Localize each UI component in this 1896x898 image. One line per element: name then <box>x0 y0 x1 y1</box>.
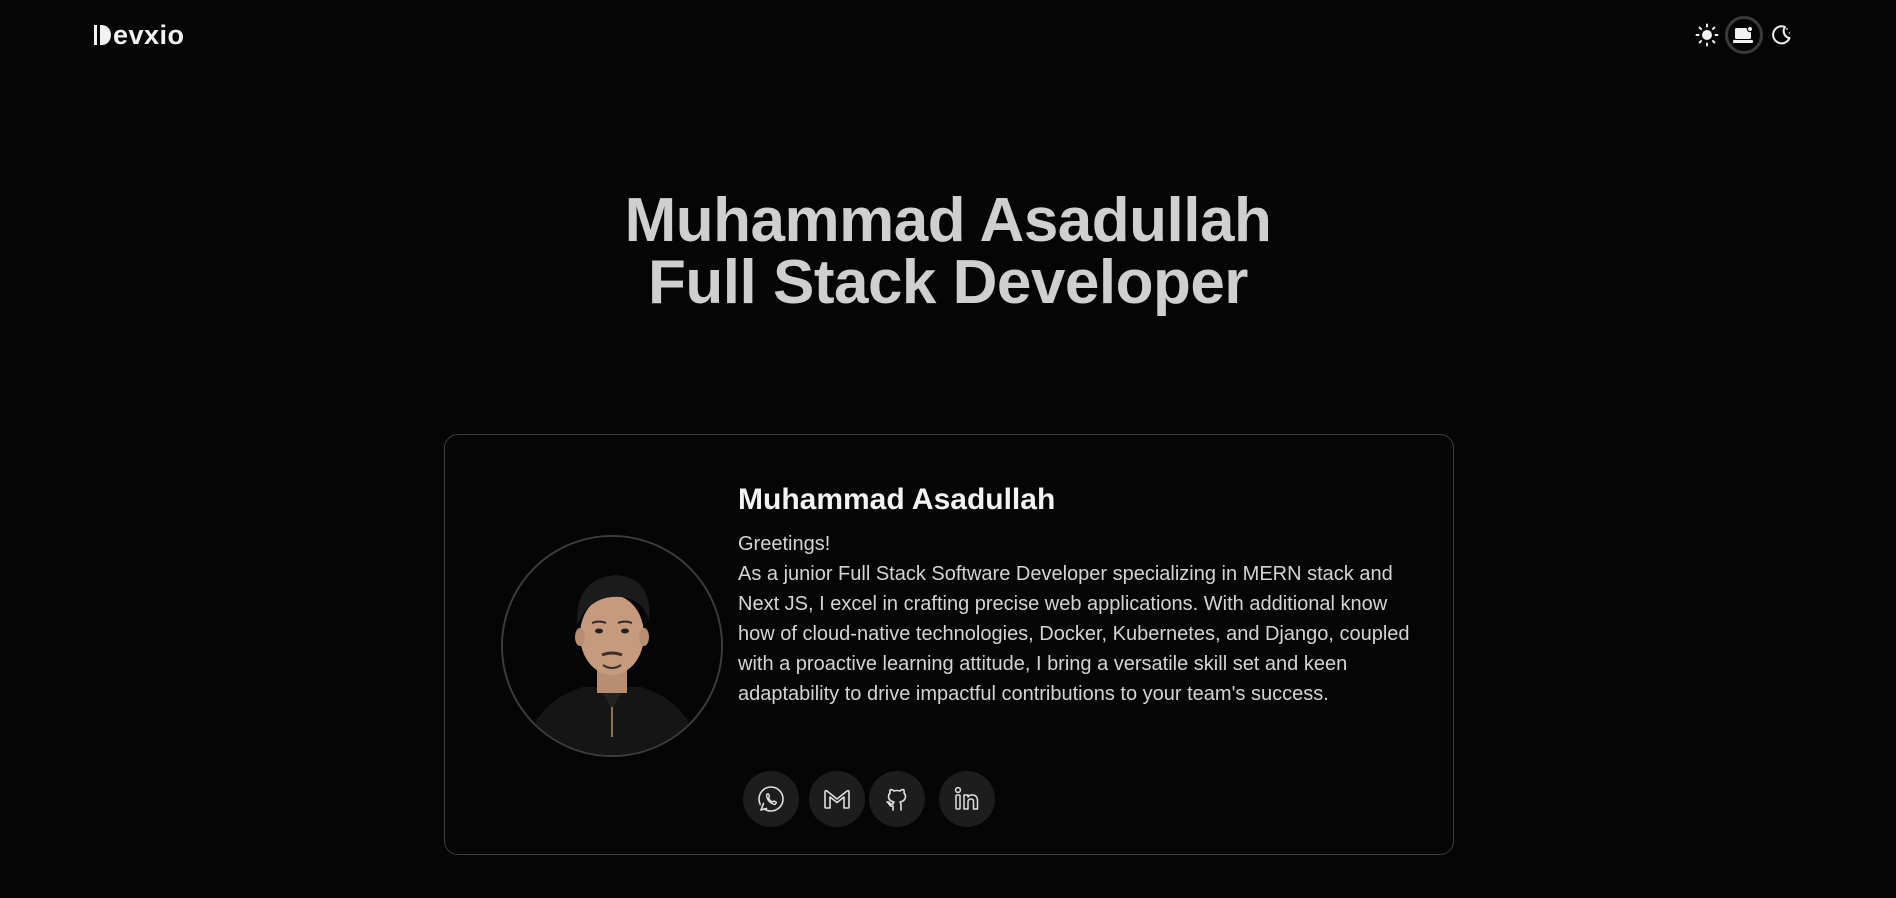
gmail-icon <box>824 789 850 809</box>
github-icon <box>886 788 907 811</box>
linkedin-button[interactable] <box>939 771 995 827</box>
hero-role: Full Stack Developer <box>648 248 1248 317</box>
monitor-icon <box>1733 25 1754 43</box>
social-links <box>743 771 1000 827</box>
theme-light-button[interactable] <box>1689 17 1725 53</box>
linkedin-icon <box>954 786 979 810</box>
logo-icon <box>94 25 111 45</box>
avatar <box>501 535 723 757</box>
logo-text: evxio <box>113 19 185 50</box>
moon-icon <box>1772 25 1791 45</box>
gmail-button[interactable] <box>809 771 865 827</box>
github-button[interactable] <box>869 771 925 827</box>
card-bio: Greetings! As a junior Full Stack Softwa… <box>738 529 1428 709</box>
hero-name: Muhammad Asadullah <box>624 186 1272 255</box>
profile-photo <box>503 537 721 755</box>
theme-dark-button[interactable] <box>1763 17 1799 53</box>
theme-switcher <box>1689 14 1799 56</box>
sun-icon <box>1695 23 1719 47</box>
card-bio-text: As a junior Full Stack Software Develope… <box>738 563 1410 705</box>
whatsapp-icon <box>758 786 784 812</box>
logo-link[interactable]: evxio <box>94 18 185 52</box>
hero-title: Muhammad Asadullah Full Stack Developer <box>0 190 1896 314</box>
whatsapp-button[interactable] <box>743 771 799 827</box>
card-greeting: Greetings! <box>738 533 831 555</box>
page: evxio Muhammad Asadullah Full Stack Deve… <box>0 0 1896 898</box>
theme-system-button[interactable] <box>1725 16 1763 54</box>
profile-card: Muhammad Asadullah Greetings! As a junio… <box>444 434 1454 855</box>
card-name: Muhammad Asadullah <box>738 483 1056 516</box>
